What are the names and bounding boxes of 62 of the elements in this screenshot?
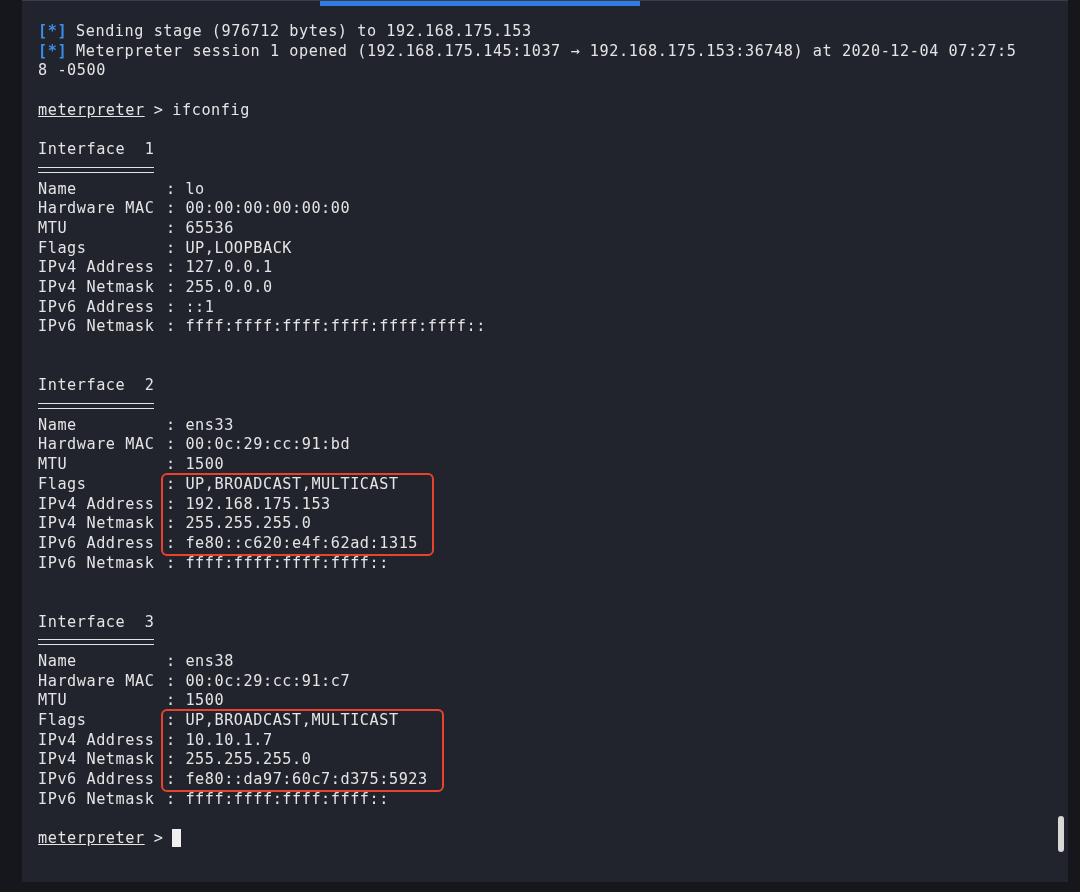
field-label: Hardware MAC [38,671,156,692]
output-line: 8 -0500 [38,61,106,80]
field-value: : fe80::c620:e4f:62ad:1315 [166,533,419,554]
field-label: MTU [38,218,69,239]
field-label: MTU [38,455,69,475]
prompt-symbol: > [153,829,164,848]
prompt-symbol: > [153,100,164,119]
field-label: Flags [38,238,88,259]
field-value: : UP,BROADCAST,MULTICAST [166,711,400,731]
scrollbar-thumb[interactable] [1058,816,1064,852]
field-value: : lo [166,179,205,200]
interface-heading: Interface 3 [38,612,155,633]
output-line: Sending stage (976712 bytes) to 192.168.175.153 [76,22,532,40]
field-value: : 00:00:00:00:00:00 [166,199,351,219]
field-value: : 1500 [166,455,225,475]
field-value: : 00:0c:29:cc:91:c7 [166,671,351,692]
field-label: MTU [38,691,69,712]
prompt: meterpreter [38,829,145,848]
field-label: IPv4 Address [38,730,156,751]
command: ifconfig [172,100,250,119]
field-value: : 1500 [166,691,225,712]
field-label: IPv6 Address [38,297,156,318]
field-label: Name [38,179,78,200]
field-value: : UP,LOOPBACK [166,238,293,259]
field-label: Name [38,415,78,436]
field-label: IPv6 Address [38,533,156,554]
field-value: : ffff:ffff:ffff:ffff:ffff:ffff:: [166,317,486,337]
field-label: IPv4 Netmask [38,750,156,771]
field-value: : 10.10.1.7 [166,730,274,751]
field-value: : fe80::da97:60c7:d375:5923 [166,770,428,790]
field-label: Hardware MAC [38,199,156,219]
field-value: : 127.0.0.1 [166,258,273,278]
status-marker: [*] [38,22,68,40]
field-label: Flags [38,474,88,495]
field-label: IPv6 Netmask [38,789,156,810]
field-value: : ens38 [166,652,234,672]
field-value: : 65536 [166,218,234,239]
field-value: : 255.0.0.0 [166,277,273,298]
field-label: Name [38,652,78,672]
field-value: : 192.168.175.153 [166,494,332,515]
field-label: IPv6 Netmask [38,553,156,574]
field-label: IPv6 Netmask [38,317,156,337]
field-label: Hardware MAC [38,435,156,456]
output-line: Meterpreter session 1 opened (192.168.175.145:1037 → 192.168.175.153:36748) at 2020-12-04 07:27:5 [76,41,1017,60]
field-value: : ::1 [166,297,215,318]
field-value: : UP,BROADCAST,MULTICAST [166,474,400,495]
interface-heading: Interface 2 [38,376,155,397]
field-label: IPv4 Netmask [38,277,156,298]
field-value: : 00:0c:29:cc:91:bd [166,435,351,456]
field-value: : ffff:ffff:ffff:ffff:: [166,553,389,574]
field-label: IPv4 Netmask [38,514,156,534]
interface-heading: Interface 1 [38,140,155,160]
prompt: meterpreter [38,100,145,119]
field-value: : 255.255.255.0 [166,750,313,771]
field-value: : 255.255.255.0 [166,514,313,534]
field-value: : ens33 [166,415,234,436]
status-marker: [*] [38,41,68,60]
field-label: IPv4 Address [38,494,156,515]
field-label: IPv6 Address [38,770,156,790]
field-label: Flags [38,711,88,731]
field-value: : ffff:ffff:ffff:ffff:: [166,789,389,810]
field-label: IPv4 Address [38,258,156,278]
